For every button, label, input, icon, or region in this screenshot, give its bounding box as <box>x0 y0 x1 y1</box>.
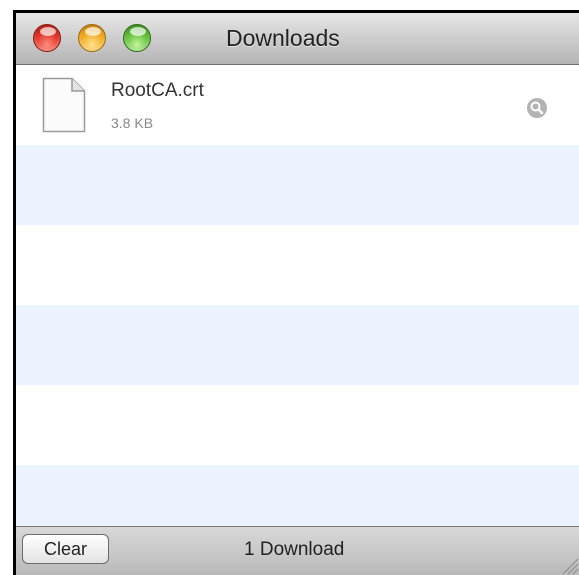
resize-grip-icon[interactable] <box>559 555 579 575</box>
close-window-button[interactable] <box>33 24 61 52</box>
download-count-status: 1 Download <box>244 539 345 560</box>
document-icon <box>42 77 86 133</box>
empty-row <box>16 385 579 465</box>
download-file-name: RootCA.crt <box>111 80 204 101</box>
bottom-bar: Clear 1 Download <box>16 526 579 575</box>
downloads-list: RootCA.crt 3.8 KB <box>16 65 579 526</box>
magnifier-reveal-icon[interactable] <box>526 97 548 119</box>
empty-row <box>16 145 579 225</box>
title-bar[interactable]: Downloads <box>16 13 579 65</box>
window-title: Downloads <box>226 25 340 51</box>
zoom-window-button[interactable] <box>123 24 151 52</box>
empty-row <box>16 465 579 526</box>
clear-button[interactable]: Clear <box>22 534 109 564</box>
empty-row <box>16 305 579 385</box>
download-item[interactable]: RootCA.crt 3.8 KB <box>16 65 579 145</box>
download-file-size: 3.8 KB <box>111 115 154 131</box>
empty-row <box>16 225 579 305</box>
downloads-window: Downloads RootCA.crt 3.8 KB Clear 1 Down… <box>13 10 579 575</box>
minimize-window-button[interactable] <box>78 24 106 52</box>
